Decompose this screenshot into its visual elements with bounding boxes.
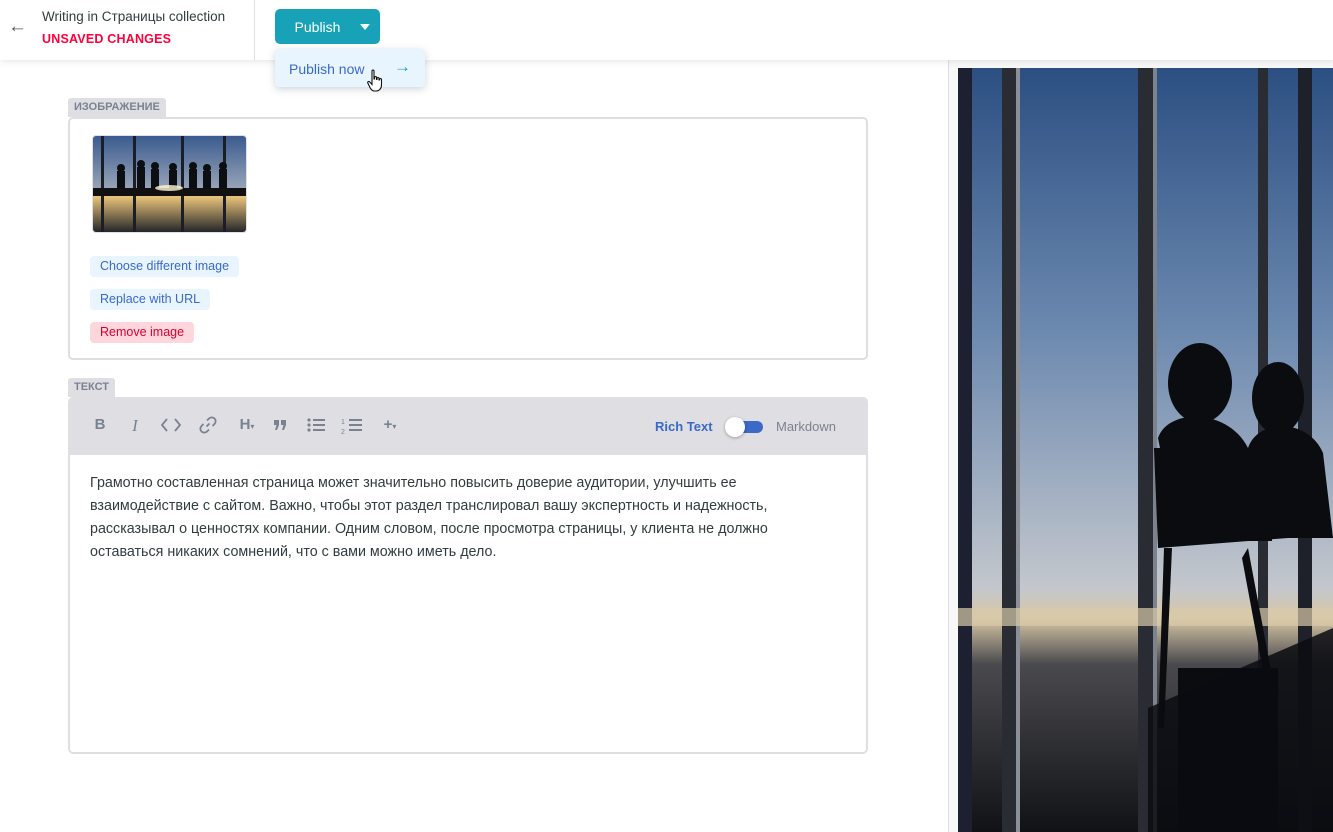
- text-field: B I H▾ 12 +▾ Rich Text Markdown Грамотно…: [68, 397, 868, 754]
- numbered-list-icon[interactable]: 12: [341, 416, 363, 438]
- heading-label: H: [239, 416, 251, 433]
- rich-text-mode-label[interactable]: Rich Text: [655, 419, 713, 434]
- preview-image: [958, 68, 1333, 832]
- svg-text:1: 1: [341, 419, 345, 426]
- code-icon[interactable]: [160, 416, 182, 438]
- bold-button[interactable]: B: [89, 416, 111, 438]
- link-icon[interactable]: [197, 416, 219, 438]
- arrow-right-icon: →: [394, 57, 411, 76]
- back-to-collection-link[interactable]: ← Writing in Страницы collection UNSAVED…: [0, 0, 255, 60]
- text-content-editor[interactable]: Грамотно составленная страница может зна…: [90, 472, 830, 564]
- preview-pane: [949, 60, 1333, 832]
- choose-different-image-button[interactable]: Choose different image: [90, 256, 240, 277]
- image-thumbnail: [92, 135, 247, 233]
- unsaved-changes-status: UNSAVED CHANGES: [42, 32, 172, 46]
- text-field-label: ТЕКСТ: [68, 378, 116, 397]
- image-field-label: ИЗОБРАЖЕНИЕ: [68, 98, 166, 117]
- plus-icon[interactable]: +▾: [377, 416, 403, 438]
- publish-button-label: Publish: [294, 19, 341, 35]
- italic-button[interactable]: I: [124, 416, 146, 438]
- heading-button[interactable]: H▾: [233, 416, 261, 438]
- collection-title: Writing in Страницы collection: [42, 9, 226, 24]
- editor-mode-toggle[interactable]: [725, 417, 763, 437]
- publish-now-menu-item[interactable]: Publish now →: [275, 49, 425, 87]
- caret-down-icon[interactable]: [360, 24, 370, 30]
- toggle-knob: [725, 417, 745, 437]
- remove-image-button[interactable]: Remove image: [90, 322, 195, 343]
- svg-text:2: 2: [341, 429, 345, 436]
- top-bar: ← Writing in Страницы collection UNSAVED…: [0, 0, 1333, 60]
- publish-now-label: Publish now: [289, 61, 365, 77]
- replace-with-url-button[interactable]: Replace with URL: [90, 289, 211, 310]
- markdown-mode-label[interactable]: Markdown: [776, 419, 836, 434]
- bulleted-list-icon[interactable]: [305, 416, 327, 438]
- quote-icon[interactable]: [269, 416, 291, 438]
- image-field: Choose different image Replace with URL …: [68, 117, 868, 360]
- rich-text-toolbar: B I H▾ 12 +▾ Rich Text Markdown: [70, 399, 866, 455]
- left-arrow-icon[interactable]: ←: [8, 16, 27, 38]
- publish-button[interactable]: Publish: [275, 9, 380, 44]
- hand-cursor-icon: [367, 69, 383, 92]
